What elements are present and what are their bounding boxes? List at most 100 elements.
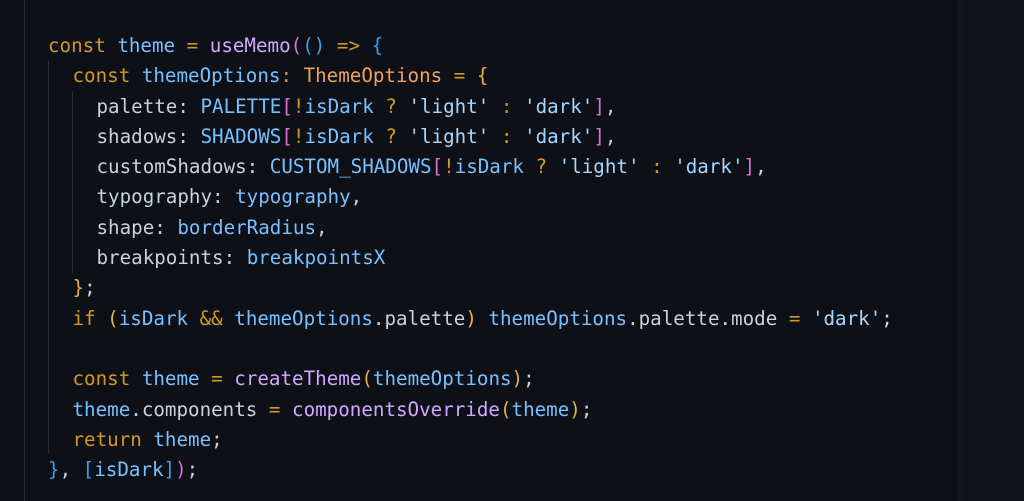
code-line: const theme = createTheme(themeOptions); <box>48 364 893 394</box>
code-token: , <box>350 185 363 209</box>
code-token: = <box>186 34 199 57</box>
code-token: ) <box>175 458 187 482</box>
code-token: ; <box>84 276 96 300</box>
code-token: 'light' <box>558 155 640 179</box>
code-token: themeOptions <box>488 306 628 330</box>
code-token: ; <box>580 397 593 421</box>
code-token: , <box>604 94 617 118</box>
code-token: customShadows: <box>96 155 270 179</box>
code-line: return theme; <box>48 425 893 455</box>
code-token: isDark <box>454 155 524 179</box>
code-token: = <box>788 306 801 330</box>
code-token: return <box>72 427 142 451</box>
code-token: .components <box>130 397 258 421</box>
code-token: ? <box>385 124 397 148</box>
code-token: ; <box>881 306 893 330</box>
code-line: }; <box>48 273 893 303</box>
code-token: typography <box>235 185 351 209</box>
code-token: const <box>72 64 131 88</box>
code-token: } <box>48 458 60 482</box>
code-token: } <box>72 276 85 300</box>
gutter-divider <box>24 0 25 501</box>
code-token: 'light' <box>408 94 490 118</box>
code-token: ] <box>743 155 756 179</box>
code-token: palette: <box>96 94 201 118</box>
code-line: }, [isDark]); <box>48 455 893 485</box>
code-token: const <box>48 34 106 57</box>
code-token: ) <box>569 397 581 421</box>
code-token: 'dark' <box>524 94 594 118</box>
code-token: themeOptions <box>234 306 373 330</box>
code-block[interactable]: const theme = useMemo(() => {const theme… <box>48 31 893 485</box>
code-token: [ <box>281 94 293 118</box>
code-token: CUSTOM_SHADOWS <box>269 155 432 179</box>
code-token: shape: <box>96 215 178 239</box>
code-token: ; <box>523 367 535 391</box>
code-token: ! <box>443 155 455 179</box>
code-line: customShadows: CUSTOM_SHADOWS[!isDark ? … <box>48 152 893 182</box>
code-token: 'dark' <box>811 306 882 330</box>
code-editor[interactable]: const theme = useMemo(() => {const theme… <box>0 0 1024 501</box>
code-token: [ <box>281 124 293 148</box>
code-token: ( <box>499 397 512 421</box>
code-token: theme <box>72 397 131 421</box>
code-line: const theme = useMemo(() => { <box>48 31 893 61</box>
code-token: SHADOWS <box>200 124 282 148</box>
code-token: [ <box>431 155 444 179</box>
code-token: isDark <box>118 306 189 330</box>
code-token: theme <box>511 397 570 421</box>
code-token: , <box>604 124 617 148</box>
code-token: theme <box>153 427 212 451</box>
code-token: theme <box>141 367 200 391</box>
code-token: 'dark' <box>674 155 744 179</box>
code-token: ; <box>186 458 199 482</box>
code-token: { <box>371 34 384 57</box>
code-token: = <box>453 64 466 88</box>
code-token: ] <box>593 124 605 148</box>
code-token: , <box>755 155 767 179</box>
code-token: ) <box>511 367 524 391</box>
code-line: theme.components = componentsOverride(th… <box>48 395 893 425</box>
code-token: .palette <box>372 306 466 330</box>
code-token: borderRadius <box>177 215 316 239</box>
code-token: theme <box>117 34 176 57</box>
code-token: : <box>500 124 513 148</box>
code-token: ; <box>211 427 223 451</box>
code-token: PALETTE <box>200 94 282 118</box>
code-token: = <box>268 397 281 421</box>
code-token: ! <box>292 124 305 148</box>
code-token: isDark <box>304 94 374 118</box>
code-token: shadows: <box>96 124 201 148</box>
code-token: [ <box>82 458 95 482</box>
scrollbar-track[interactable] <box>957 0 965 501</box>
code-line: palette: PALETTE[!isDark ? 'light' : 'da… <box>48 92 893 122</box>
code-token: = <box>211 367 223 391</box>
code-token: : <box>280 64 304 88</box>
code-token: => <box>336 34 360 57</box>
minimap-strip[interactable] <box>957 0 1024 501</box>
code-token: componentsOverride <box>292 397 500 421</box>
code-token: typography: <box>96 185 236 209</box>
code-line: if (isDark && themeOptions.palette) them… <box>48 304 893 334</box>
